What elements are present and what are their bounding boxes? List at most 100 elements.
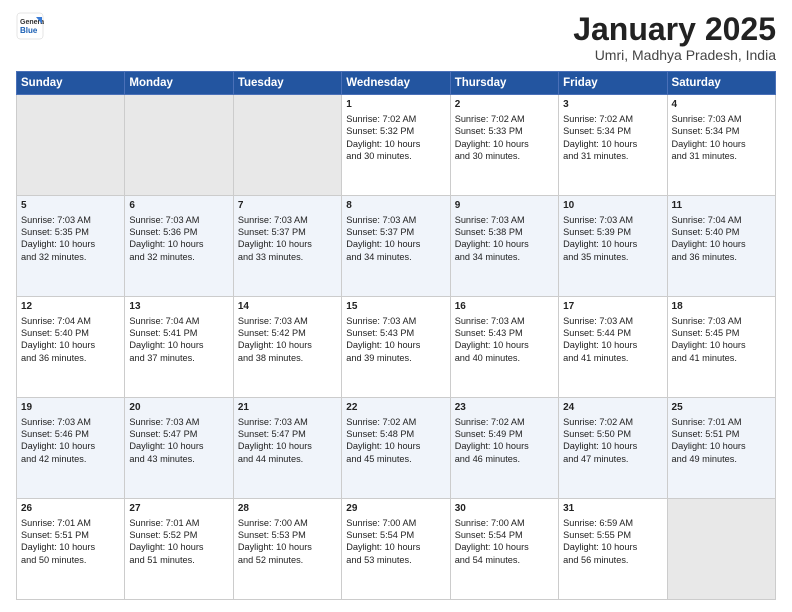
header-row: Sunday Monday Tuesday Wednesday Thursday… bbox=[17, 72, 776, 95]
cell-info: Daylight: 10 hours bbox=[346, 541, 445, 553]
calendar-cell: 1Sunrise: 7:02 AMSunset: 5:32 PMDaylight… bbox=[342, 95, 450, 196]
day-number: 25 bbox=[672, 401, 771, 415]
col-friday: Friday bbox=[559, 72, 667, 95]
cell-info: and 46 minutes. bbox=[455, 453, 554, 465]
day-number: 6 bbox=[129, 199, 228, 213]
cell-info: Sunrise: 7:01 AM bbox=[129, 517, 228, 529]
cell-info: Sunrise: 7:03 AM bbox=[238, 315, 337, 327]
cell-info: and 35 minutes. bbox=[563, 251, 662, 263]
cell-info: Daylight: 10 hours bbox=[672, 440, 771, 452]
calendar-cell: 2Sunrise: 7:02 AMSunset: 5:33 PMDaylight… bbox=[450, 95, 558, 196]
calendar-cell: 14Sunrise: 7:03 AMSunset: 5:42 PMDayligh… bbox=[233, 297, 341, 398]
day-number: 14 bbox=[238, 300, 337, 314]
calendar-cell: 26Sunrise: 7:01 AMSunset: 5:51 PMDayligh… bbox=[17, 499, 125, 600]
cell-info: and 51 minutes. bbox=[129, 554, 228, 566]
day-number: 13 bbox=[129, 300, 228, 314]
cell-info: and 45 minutes. bbox=[346, 453, 445, 465]
calendar-cell bbox=[667, 499, 775, 600]
cell-info: and 41 minutes. bbox=[563, 352, 662, 364]
cell-info: Daylight: 10 hours bbox=[563, 339, 662, 351]
week-row-4: 19Sunrise: 7:03 AMSunset: 5:46 PMDayligh… bbox=[17, 398, 776, 499]
cell-info: Sunset: 5:34 PM bbox=[563, 125, 662, 137]
cell-info: Sunrise: 7:01 AM bbox=[21, 517, 120, 529]
cell-info: Daylight: 10 hours bbox=[129, 440, 228, 452]
day-number: 9 bbox=[455, 199, 554, 213]
cell-info: and 49 minutes. bbox=[672, 453, 771, 465]
calendar-cell: 15Sunrise: 7:03 AMSunset: 5:43 PMDayligh… bbox=[342, 297, 450, 398]
cell-info: Daylight: 10 hours bbox=[238, 238, 337, 250]
calendar-cell: 31Sunrise: 6:59 AMSunset: 5:55 PMDayligh… bbox=[559, 499, 667, 600]
cell-info: Sunset: 5:55 PM bbox=[563, 529, 662, 541]
calendar-cell: 11Sunrise: 7:04 AMSunset: 5:40 PMDayligh… bbox=[667, 196, 775, 297]
cell-info: Sunset: 5:40 PM bbox=[672, 226, 771, 238]
svg-text:Blue: Blue bbox=[20, 26, 38, 35]
cell-info: Daylight: 10 hours bbox=[21, 339, 120, 351]
calendar-cell: 18Sunrise: 7:03 AMSunset: 5:45 PMDayligh… bbox=[667, 297, 775, 398]
cell-info: Daylight: 10 hours bbox=[346, 138, 445, 150]
cell-info: and 36 minutes. bbox=[21, 352, 120, 364]
cell-info: Sunset: 5:43 PM bbox=[346, 327, 445, 339]
calendar-cell: 24Sunrise: 7:02 AMSunset: 5:50 PMDayligh… bbox=[559, 398, 667, 499]
cell-info: Sunrise: 7:04 AM bbox=[672, 214, 771, 226]
cell-info: Sunrise: 7:03 AM bbox=[672, 315, 771, 327]
cell-info: Daylight: 10 hours bbox=[672, 238, 771, 250]
cell-info: Daylight: 10 hours bbox=[455, 440, 554, 452]
cell-info: Sunset: 5:32 PM bbox=[346, 125, 445, 137]
cell-info: and 52 minutes. bbox=[238, 554, 337, 566]
cell-info: and 31 minutes. bbox=[672, 150, 771, 162]
cell-info: and 33 minutes. bbox=[238, 251, 337, 263]
cell-info: Sunrise: 7:03 AM bbox=[129, 214, 228, 226]
day-number: 24 bbox=[563, 401, 662, 415]
cell-info: and 31 minutes. bbox=[563, 150, 662, 162]
calendar-cell: 25Sunrise: 7:01 AMSunset: 5:51 PMDayligh… bbox=[667, 398, 775, 499]
month-title: January 2025 bbox=[573, 12, 776, 47]
cell-info: and 44 minutes. bbox=[238, 453, 337, 465]
cell-info: and 30 minutes. bbox=[455, 150, 554, 162]
day-number: 19 bbox=[21, 401, 120, 415]
day-number: 8 bbox=[346, 199, 445, 213]
cell-info: Sunset: 5:35 PM bbox=[21, 226, 120, 238]
calendar-cell: 29Sunrise: 7:00 AMSunset: 5:54 PMDayligh… bbox=[342, 499, 450, 600]
header: General Blue January 2025 Umri, Madhya P… bbox=[16, 12, 776, 63]
day-number: 30 bbox=[455, 502, 554, 516]
cell-info: Sunrise: 7:03 AM bbox=[238, 416, 337, 428]
calendar-cell: 9Sunrise: 7:03 AMSunset: 5:38 PMDaylight… bbox=[450, 196, 558, 297]
calendar-cell: 28Sunrise: 7:00 AMSunset: 5:53 PMDayligh… bbox=[233, 499, 341, 600]
cell-info: Sunrise: 7:03 AM bbox=[563, 214, 662, 226]
cell-info: Sunrise: 7:02 AM bbox=[455, 113, 554, 125]
day-number: 29 bbox=[346, 502, 445, 516]
day-number: 16 bbox=[455, 300, 554, 314]
cell-info: and 54 minutes. bbox=[455, 554, 554, 566]
day-number: 26 bbox=[21, 502, 120, 516]
cell-info: Sunrise: 7:03 AM bbox=[672, 113, 771, 125]
cell-info: Sunrise: 7:00 AM bbox=[455, 517, 554, 529]
cell-info: and 34 minutes. bbox=[346, 251, 445, 263]
day-number: 10 bbox=[563, 199, 662, 213]
cell-info: Daylight: 10 hours bbox=[455, 541, 554, 553]
cell-info: Sunset: 5:48 PM bbox=[346, 428, 445, 440]
col-sunday: Sunday bbox=[17, 72, 125, 95]
cell-info: Daylight: 10 hours bbox=[672, 339, 771, 351]
cell-info: Sunrise: 7:00 AM bbox=[346, 517, 445, 529]
calendar-cell: 5Sunrise: 7:03 AMSunset: 5:35 PMDaylight… bbox=[17, 196, 125, 297]
day-number: 1 bbox=[346, 98, 445, 112]
day-number: 31 bbox=[563, 502, 662, 516]
cell-info: and 37 minutes. bbox=[129, 352, 228, 364]
day-number: 27 bbox=[129, 502, 228, 516]
logo-icon: General Blue bbox=[16, 12, 44, 40]
day-number: 4 bbox=[672, 98, 771, 112]
cell-info: Sunrise: 7:00 AM bbox=[238, 517, 337, 529]
cell-info: Sunset: 5:52 PM bbox=[129, 529, 228, 541]
cell-info: Sunset: 5:53 PM bbox=[238, 529, 337, 541]
cell-info: and 47 minutes. bbox=[563, 453, 662, 465]
day-number: 5 bbox=[21, 199, 120, 213]
day-number: 22 bbox=[346, 401, 445, 415]
cell-info: Sunset: 5:46 PM bbox=[21, 428, 120, 440]
cell-info: Sunset: 5:36 PM bbox=[129, 226, 228, 238]
cell-info: Daylight: 10 hours bbox=[21, 440, 120, 452]
cell-info: Sunrise: 7:01 AM bbox=[672, 416, 771, 428]
day-number: 2 bbox=[455, 98, 554, 112]
calendar-cell: 7Sunrise: 7:03 AMSunset: 5:37 PMDaylight… bbox=[233, 196, 341, 297]
cell-info: Sunset: 5:41 PM bbox=[129, 327, 228, 339]
col-saturday: Saturday bbox=[667, 72, 775, 95]
